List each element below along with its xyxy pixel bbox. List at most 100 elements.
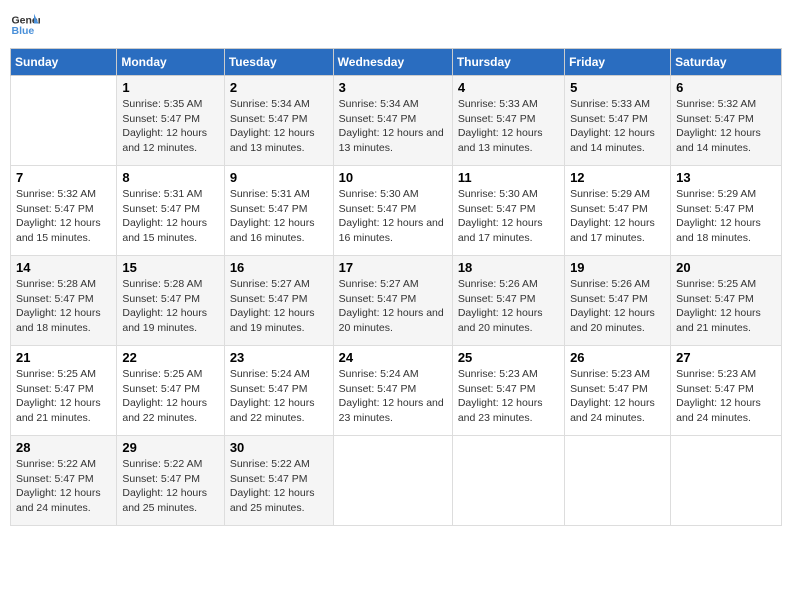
day-cell: [333, 436, 452, 526]
day-number: 3: [339, 80, 447, 95]
svg-text:Blue: Blue: [12, 25, 35, 37]
day-info: Sunrise: 5:25 AMSunset: 5:47 PMDaylight:…: [122, 368, 207, 424]
day-number: 30: [230, 440, 328, 455]
day-info: Sunrise: 5:34 AMSunset: 5:47 PMDaylight:…: [339, 98, 444, 154]
logo-icon: General Blue: [10, 10, 40, 40]
day-cell: [452, 436, 564, 526]
day-cell: 12 Sunrise: 5:29 AMSunset: 5:47 PMDaylig…: [565, 166, 671, 256]
day-cell: 1 Sunrise: 5:35 AMSunset: 5:47 PMDayligh…: [117, 76, 224, 166]
day-info: Sunrise: 5:26 AMSunset: 5:47 PMDaylight:…: [570, 278, 655, 334]
day-number: 22: [122, 350, 218, 365]
week-row-1: 1 Sunrise: 5:35 AMSunset: 5:47 PMDayligh…: [11, 76, 782, 166]
day-info: Sunrise: 5:33 AMSunset: 5:47 PMDaylight:…: [458, 98, 543, 154]
day-info: Sunrise: 5:22 AMSunset: 5:47 PMDaylight:…: [122, 458, 207, 514]
day-info: Sunrise: 5:22 AMSunset: 5:47 PMDaylight:…: [16, 458, 101, 514]
day-number: 16: [230, 260, 328, 275]
day-info: Sunrise: 5:23 AMSunset: 5:47 PMDaylight:…: [570, 368, 655, 424]
header-day-thursday: Thursday: [452, 49, 564, 76]
day-number: 8: [122, 170, 218, 185]
day-cell: 7 Sunrise: 5:32 AMSunset: 5:47 PMDayligh…: [11, 166, 117, 256]
day-cell: 15 Sunrise: 5:28 AMSunset: 5:47 PMDaylig…: [117, 256, 224, 346]
day-number: 10: [339, 170, 447, 185]
page-header: General Blue: [10, 10, 782, 40]
header-day-wednesday: Wednesday: [333, 49, 452, 76]
day-number: 4: [458, 80, 559, 95]
day-info: Sunrise: 5:34 AMSunset: 5:47 PMDaylight:…: [230, 98, 315, 154]
day-number: 21: [16, 350, 111, 365]
header-day-saturday: Saturday: [671, 49, 782, 76]
day-cell: 24 Sunrise: 5:24 AMSunset: 5:47 PMDaylig…: [333, 346, 452, 436]
day-cell: 23 Sunrise: 5:24 AMSunset: 5:47 PMDaylig…: [224, 346, 333, 436]
day-cell: 5 Sunrise: 5:33 AMSunset: 5:47 PMDayligh…: [565, 76, 671, 166]
day-cell: 11 Sunrise: 5:30 AMSunset: 5:47 PMDaylig…: [452, 166, 564, 256]
day-cell: 4 Sunrise: 5:33 AMSunset: 5:47 PMDayligh…: [452, 76, 564, 166]
day-cell: [671, 436, 782, 526]
day-number: 1: [122, 80, 218, 95]
day-cell: 29 Sunrise: 5:22 AMSunset: 5:47 PMDaylig…: [117, 436, 224, 526]
day-info: Sunrise: 5:31 AMSunset: 5:47 PMDaylight:…: [122, 188, 207, 244]
day-cell: 28 Sunrise: 5:22 AMSunset: 5:47 PMDaylig…: [11, 436, 117, 526]
day-cell: 18 Sunrise: 5:26 AMSunset: 5:47 PMDaylig…: [452, 256, 564, 346]
day-info: Sunrise: 5:28 AMSunset: 5:47 PMDaylight:…: [122, 278, 207, 334]
day-number: 26: [570, 350, 665, 365]
day-info: Sunrise: 5:23 AMSunset: 5:47 PMDaylight:…: [458, 368, 543, 424]
week-row-5: 28 Sunrise: 5:22 AMSunset: 5:47 PMDaylig…: [11, 436, 782, 526]
day-number: 11: [458, 170, 559, 185]
day-info: Sunrise: 5:33 AMSunset: 5:47 PMDaylight:…: [570, 98, 655, 154]
day-number: 9: [230, 170, 328, 185]
day-cell: 25 Sunrise: 5:23 AMSunset: 5:47 PMDaylig…: [452, 346, 564, 436]
day-info: Sunrise: 5:35 AMSunset: 5:47 PMDaylight:…: [122, 98, 207, 154]
day-info: Sunrise: 5:25 AMSunset: 5:47 PMDaylight:…: [676, 278, 761, 334]
day-info: Sunrise: 5:27 AMSunset: 5:47 PMDaylight:…: [339, 278, 444, 334]
day-number: 19: [570, 260, 665, 275]
day-cell: 30 Sunrise: 5:22 AMSunset: 5:47 PMDaylig…: [224, 436, 333, 526]
day-number: 24: [339, 350, 447, 365]
day-number: 7: [16, 170, 111, 185]
day-cell: 3 Sunrise: 5:34 AMSunset: 5:47 PMDayligh…: [333, 76, 452, 166]
day-cell: 21 Sunrise: 5:25 AMSunset: 5:47 PMDaylig…: [11, 346, 117, 436]
day-cell: 6 Sunrise: 5:32 AMSunset: 5:47 PMDayligh…: [671, 76, 782, 166]
header-day-monday: Monday: [117, 49, 224, 76]
day-info: Sunrise: 5:31 AMSunset: 5:47 PMDaylight:…: [230, 188, 315, 244]
day-info: Sunrise: 5:28 AMSunset: 5:47 PMDaylight:…: [16, 278, 101, 334]
day-info: Sunrise: 5:22 AMSunset: 5:47 PMDaylight:…: [230, 458, 315, 514]
day-cell: [11, 76, 117, 166]
week-row-2: 7 Sunrise: 5:32 AMSunset: 5:47 PMDayligh…: [11, 166, 782, 256]
header-day-friday: Friday: [565, 49, 671, 76]
day-info: Sunrise: 5:29 AMSunset: 5:47 PMDaylight:…: [570, 188, 655, 244]
calendar-table: SundayMondayTuesdayWednesdayThursdayFrid…: [10, 48, 782, 526]
day-number: 20: [676, 260, 776, 275]
day-number: 27: [676, 350, 776, 365]
day-number: 14: [16, 260, 111, 275]
day-number: 13: [676, 170, 776, 185]
header-day-sunday: Sunday: [11, 49, 117, 76]
day-info: Sunrise: 5:23 AMSunset: 5:47 PMDaylight:…: [676, 368, 761, 424]
day-cell: 10 Sunrise: 5:30 AMSunset: 5:47 PMDaylig…: [333, 166, 452, 256]
day-info: Sunrise: 5:32 AMSunset: 5:47 PMDaylight:…: [676, 98, 761, 154]
day-number: 6: [676, 80, 776, 95]
day-number: 28: [16, 440, 111, 455]
day-info: Sunrise: 5:30 AMSunset: 5:47 PMDaylight:…: [458, 188, 543, 244]
day-cell: 26 Sunrise: 5:23 AMSunset: 5:47 PMDaylig…: [565, 346, 671, 436]
day-cell: 22 Sunrise: 5:25 AMSunset: 5:47 PMDaylig…: [117, 346, 224, 436]
day-number: 17: [339, 260, 447, 275]
day-cell: 19 Sunrise: 5:26 AMSunset: 5:47 PMDaylig…: [565, 256, 671, 346]
day-info: Sunrise: 5:32 AMSunset: 5:47 PMDaylight:…: [16, 188, 101, 244]
day-cell: 14 Sunrise: 5:28 AMSunset: 5:47 PMDaylig…: [11, 256, 117, 346]
day-info: Sunrise: 5:29 AMSunset: 5:47 PMDaylight:…: [676, 188, 761, 244]
day-cell: 17 Sunrise: 5:27 AMSunset: 5:47 PMDaylig…: [333, 256, 452, 346]
week-row-4: 21 Sunrise: 5:25 AMSunset: 5:47 PMDaylig…: [11, 346, 782, 436]
day-info: Sunrise: 5:26 AMSunset: 5:47 PMDaylight:…: [458, 278, 543, 334]
header-day-tuesday: Tuesday: [224, 49, 333, 76]
day-cell: 8 Sunrise: 5:31 AMSunset: 5:47 PMDayligh…: [117, 166, 224, 256]
day-cell: 20 Sunrise: 5:25 AMSunset: 5:47 PMDaylig…: [671, 256, 782, 346]
day-cell: 9 Sunrise: 5:31 AMSunset: 5:47 PMDayligh…: [224, 166, 333, 256]
day-number: 29: [122, 440, 218, 455]
day-number: 25: [458, 350, 559, 365]
day-cell: [565, 436, 671, 526]
day-cell: 2 Sunrise: 5:34 AMSunset: 5:47 PMDayligh…: [224, 76, 333, 166]
day-info: Sunrise: 5:24 AMSunset: 5:47 PMDaylight:…: [339, 368, 444, 424]
day-number: 5: [570, 80, 665, 95]
week-row-3: 14 Sunrise: 5:28 AMSunset: 5:47 PMDaylig…: [11, 256, 782, 346]
day-number: 23: [230, 350, 328, 365]
